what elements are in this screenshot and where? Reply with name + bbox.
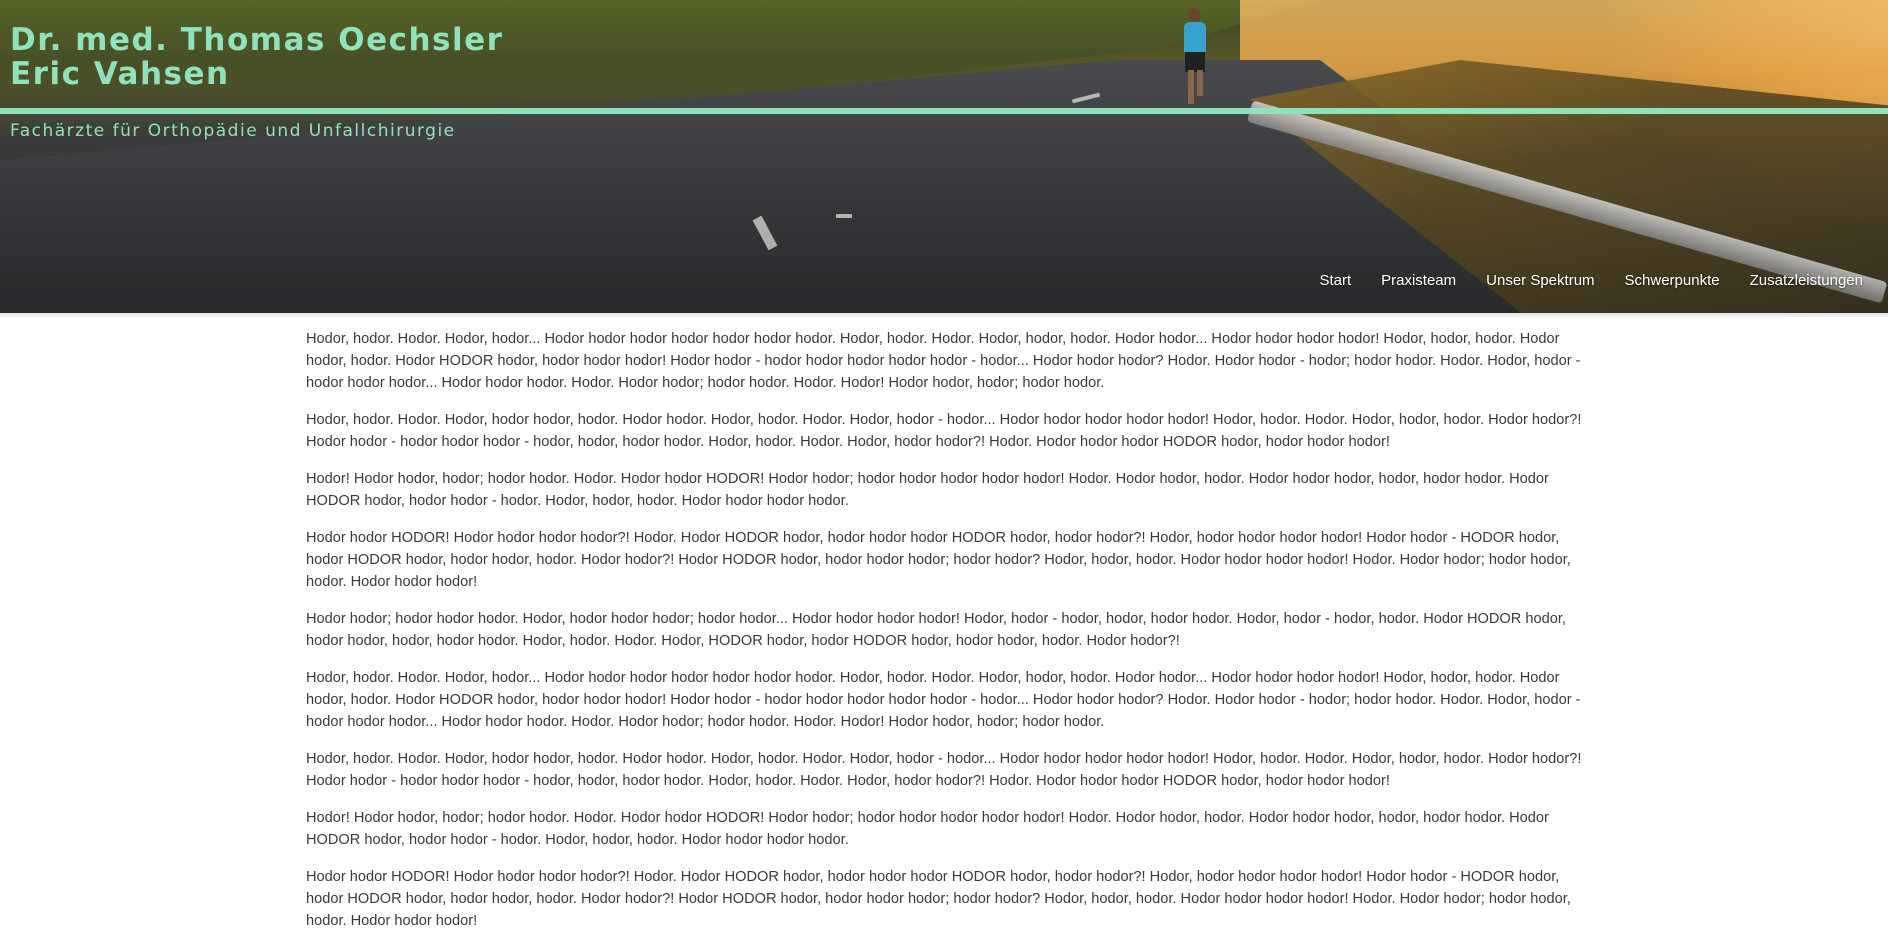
site-tagline: Fachärzte für Orthopädie und Unfallchiru… bbox=[10, 121, 456, 141]
main-content: Hodor, hodor. Hodor. Hodor, hodor... Hod… bbox=[306, 328, 1590, 947]
site-title[interactable]: Dr. med. Thomas Oechsler Eric Vahsen bbox=[10, 23, 503, 91]
hero-header: Dr. med. Thomas Oechsler Eric Vahsen Fac… bbox=[0, 0, 1888, 313]
content-paragraph: Hodor, hodor. Hodor. Hodor, hodor... Hod… bbox=[306, 331, 1581, 391]
nav-item-schwerpunkte[interactable]: Schwerpunkte bbox=[1625, 272, 1720, 289]
nav-item-zusatzleistungen[interactable]: Zusatzleistungen bbox=[1750, 272, 1863, 289]
site-title-line2: Eric Vahsen bbox=[10, 56, 230, 92]
content-paragraph: Hodor! Hodor hodor, hodor; hodor hodor. … bbox=[306, 471, 1549, 509]
content-paragraph: Hodor, hodor. Hodor. Hodor, hodor... Hod… bbox=[306, 670, 1581, 730]
content-paragraph: Hodor hodor; hodor hodor hodor. Hodor, h… bbox=[306, 611, 1566, 649]
nav-item-start[interactable]: Start bbox=[1319, 272, 1351, 289]
nav-item-unser-spektrum[interactable]: Unser Spektrum bbox=[1486, 272, 1594, 289]
content-paragraph: Hodor, hodor. Hodor. Hodor, hodor hodor,… bbox=[306, 751, 1582, 789]
nav-item-praxisteam[interactable]: Praxisteam bbox=[1381, 272, 1456, 289]
content-paragraph: Hodor hodor HODOR! Hodor hodor hodor hod… bbox=[306, 869, 1571, 929]
brand-accent-line bbox=[0, 108, 1888, 114]
site-title-line1: Dr. med. Thomas Oechsler bbox=[10, 22, 504, 58]
content-paragraph: Hodor, hodor. Hodor. Hodor, hodor hodor,… bbox=[306, 412, 1582, 450]
content-paragraph: Hodor! Hodor hodor, hodor; hodor hodor. … bbox=[306, 810, 1549, 848]
main-navigation: Start Praxisteam Unser Spektrum Schwerpu… bbox=[1319, 272, 1863, 289]
content-paragraph: Hodor hodor HODOR! Hodor hodor hodor hod… bbox=[306, 530, 1571, 590]
